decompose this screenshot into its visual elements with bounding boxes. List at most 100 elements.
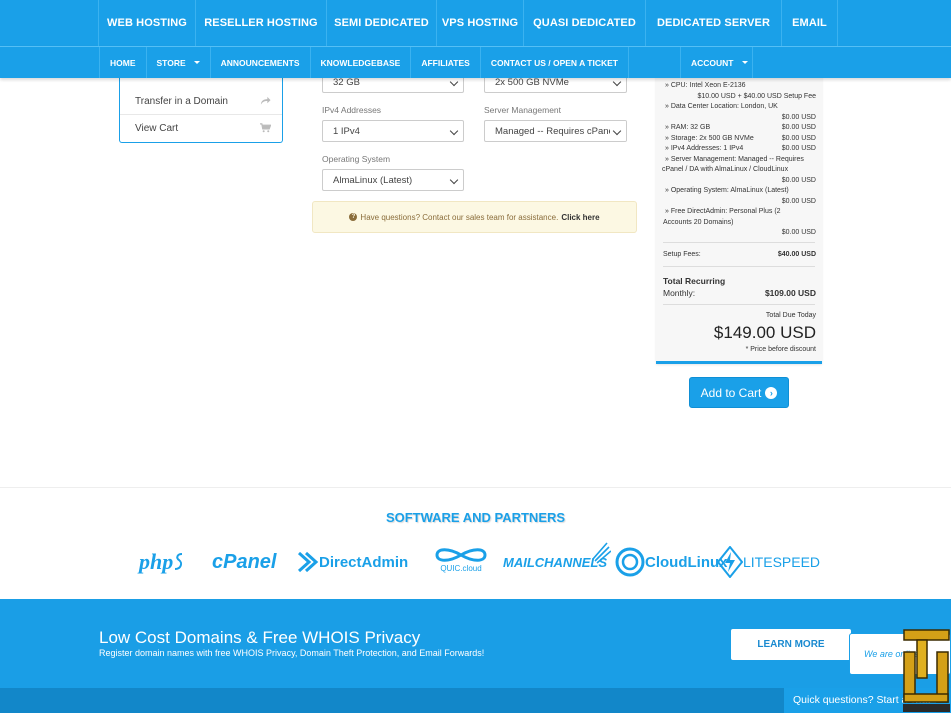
operating-system-select[interactable]: AlmaLinux (Latest) bbox=[322, 169, 464, 191]
mailchannels-wings-icon bbox=[593, 542, 611, 564]
summary-line-text: cPanel / DA with AlmaLinux / CloudLinux bbox=[662, 166, 789, 173]
subnav-store-label: STORE bbox=[156, 57, 186, 68]
nav-reseller-hosting[interactable]: RESELLER HOSTING bbox=[195, 0, 326, 46]
chevron-down-icon bbox=[449, 175, 459, 185]
watermark-logo-icon bbox=[903, 629, 950, 712]
ipv4-select-value: 1 IPv4 bbox=[333, 125, 360, 137]
caret-down-icon bbox=[741, 61, 748, 64]
account-label: ACCOUNT bbox=[691, 57, 734, 68]
litespeed-logo-text: LITESPEED bbox=[743, 554, 821, 570]
nav-web-hosting[interactable]: WEB HOSTING bbox=[98, 0, 195, 46]
summary-line-text: » Operating System: AlmaLinux (Latest) bbox=[665, 187, 789, 194]
summary-line-text: » CPU: Intel Xeon E-2136 bbox=[665, 82, 746, 89]
summary-line-text: Accounts 20 Domains) bbox=[663, 219, 734, 226]
add-to-cart-label: Add to Cart bbox=[700, 385, 762, 400]
sidebar-item-label: Transfer in a Domain bbox=[135, 95, 228, 107]
quic-cloud-logo: QUIC.cloud bbox=[432, 546, 490, 578]
server-management-label: Server Management bbox=[484, 105, 562, 115]
summary-line-text: » Free DirectAdmin: Personal Plus (2 bbox=[665, 208, 781, 215]
summary-divider bbox=[663, 266, 815, 267]
subnav-affiliates[interactable]: AFFILIATES bbox=[411, 47, 481, 78]
click-here-link[interactable]: Click here bbox=[561, 213, 599, 222]
summary-line-amount: $0.00 USD bbox=[781, 229, 816, 236]
subnav-announcements[interactable]: ANNOUNCEMENTS bbox=[211, 47, 311, 78]
price-note: * Price before discount bbox=[745, 346, 816, 353]
summary-line-text: » RAM: 32 GB bbox=[665, 124, 711, 131]
directadmin-chevron-icon bbox=[297, 551, 319, 573]
mailchannels-logo: MAILCHANNELS bbox=[503, 542, 611, 578]
nav-dedicated-server[interactable]: DEDICATED SERVER bbox=[645, 0, 781, 46]
cloudlinux-logo: CloudLinux bbox=[615, 546, 728, 578]
summary-line: » IPv4 Addresses: 1 IPv4 $0.00 USD bbox=[663, 144, 816, 154]
cpanel-logo: cPanel bbox=[212, 546, 276, 578]
partners-section: SOFTWARE AND PARTNERS php cPanel DirectA… bbox=[0, 487, 951, 599]
summary-line: » Free DirectAdmin: Personal Plus (2 bbox=[663, 207, 816, 217]
subnav-knowledgebase[interactable]: KNOWLEDGEBASE bbox=[311, 47, 412, 78]
server-management-select[interactable]: Managed -- Requires cPanel bbox=[484, 120, 627, 142]
cloudlinux-logo-text: CloudLinux bbox=[645, 553, 728, 571]
ipv4-select[interactable]: 1 IPv4 bbox=[322, 120, 464, 142]
summary-line-text: » IPv4 Addresses: 1 IPv4 bbox=[665, 145, 744, 152]
php-logo: php bbox=[139, 546, 185, 578]
php-swirl-icon bbox=[175, 553, 183, 570]
partners-title: SOFTWARE AND PARTNERS bbox=[385, 510, 566, 525]
nav-quasi-dedicated[interactable]: QUASI DEDICATED bbox=[523, 0, 645, 46]
top-navigation: WEB HOSTING RESELLER HOSTING SEMI DEDICA… bbox=[0, 0, 951, 46]
chevron-down-icon bbox=[449, 77, 459, 87]
summary-line-amount: $0.00 USD bbox=[781, 114, 816, 121]
nav-email[interactable]: EMAIL bbox=[781, 0, 838, 46]
summary-line-text: $10.00 USD + $40.00 USD Setup Fee bbox=[697, 93, 817, 100]
subnav-home[interactable]: HOME bbox=[99, 47, 147, 78]
litespeed-logo: LITESPEED bbox=[717, 546, 820, 578]
subnav-store[interactable]: STORE bbox=[147, 47, 211, 78]
domains-banner: Low Cost Domains & Free WHOIS Privacy Re… bbox=[0, 599, 951, 688]
sidebar-item-view-cart[interactable]: View Cart bbox=[120, 115, 282, 142]
notice-text: Have questions? Contact our sales team f… bbox=[360, 212, 559, 222]
subnav-contact[interactable]: CONTACT US / OPEN A TICKET bbox=[481, 47, 629, 78]
arrow-right-circle-icon: › bbox=[765, 386, 778, 399]
add-to-cart-button[interactable]: Add to Cart › bbox=[689, 377, 789, 408]
caret-down-icon bbox=[193, 61, 200, 64]
summary-line: » Operating System: AlmaLinux (Latest) bbox=[663, 186, 816, 196]
summary-line: » CPU: Intel Xeon E-2136 bbox=[663, 81, 816, 91]
account-menu[interactable]: ACCOUNT bbox=[680, 47, 753, 78]
directadmin-logo-text: DirectAdmin bbox=[319, 553, 409, 571]
banner-subtitle: Register domain names with free WHOIS Pr… bbox=[99, 648, 485, 658]
order-summary-panel: » CPU: Intel Xeon E-2136 $10.00 USD + $4… bbox=[656, 60, 822, 364]
summary-line: » Data Center Location: London, UK bbox=[663, 102, 816, 112]
summary-line: cPanel / DA with AlmaLinux / CloudLinux bbox=[662, 165, 815, 175]
operating-system-label: Operating System bbox=[322, 154, 391, 164]
directadmin-logo: DirectAdmin bbox=[297, 546, 408, 578]
quic-cloud-logo-text: QUIC.cloud bbox=[440, 564, 482, 573]
setup-fees-value: $40.00 USD bbox=[777, 251, 816, 258]
summary-line-amount: $0.00 USD bbox=[781, 198, 816, 205]
share-arrow-icon bbox=[260, 96, 271, 105]
question-circle-icon: ? bbox=[349, 213, 358, 221]
summary-divider bbox=[663, 304, 815, 305]
sidebar-item-transfer-domain[interactable]: Transfer in a Domain bbox=[120, 88, 282, 115]
monthly-row: Monthly: $109.00 USD bbox=[663, 288, 816, 298]
summary-line-amount: $0.00 USD bbox=[781, 135, 816, 142]
sidebar-item-label: View Cart bbox=[135, 123, 179, 134]
cart-icon bbox=[260, 123, 271, 133]
cloudlinux-swirl-icon bbox=[615, 547, 645, 577]
nav-semi-dedicated[interactable]: SEMI DEDICATED bbox=[326, 0, 436, 46]
summary-line-amount: $0.00 USD bbox=[781, 177, 816, 184]
chevron-down-icon bbox=[612, 77, 622, 87]
learn-more-button[interactable]: LEARN MORE bbox=[731, 629, 851, 660]
monthly-value: $109.00 USD bbox=[764, 288, 816, 298]
operating-system-select-value: AlmaLinux (Latest) bbox=[333, 174, 413, 186]
server-management-select-value: Managed -- Requires cPanel bbox=[495, 125, 616, 137]
summary-line: » RAM: 32 GB $0.00 USD bbox=[663, 123, 816, 133]
summary-divider bbox=[663, 242, 815, 243]
secondary-navigation: HOME STORE ANNOUNCEMENTS KNOWLEDGEBASE A… bbox=[0, 46, 951, 78]
nav-vps-hosting[interactable]: VPS HOSTING bbox=[436, 0, 523, 46]
summary-line: » Storage: 2x 500 GB NVMe $0.00 USD bbox=[663, 134, 816, 144]
litespeed-diamond-icon bbox=[717, 546, 743, 578]
storage-select-value: 2x 500 GB NVMe bbox=[495, 76, 569, 88]
php-logo-text: php bbox=[139, 549, 174, 574]
total-due-label: Total Due Today bbox=[765, 312, 816, 319]
banner-title: Low Cost Domains & Free WHOIS Privacy bbox=[99, 628, 421, 647]
summary-line-text: » Storage: 2x 500 GB NVMe bbox=[665, 135, 754, 142]
setup-fees-row: Setup Fees: $40.00 USD bbox=[663, 250, 816, 260]
